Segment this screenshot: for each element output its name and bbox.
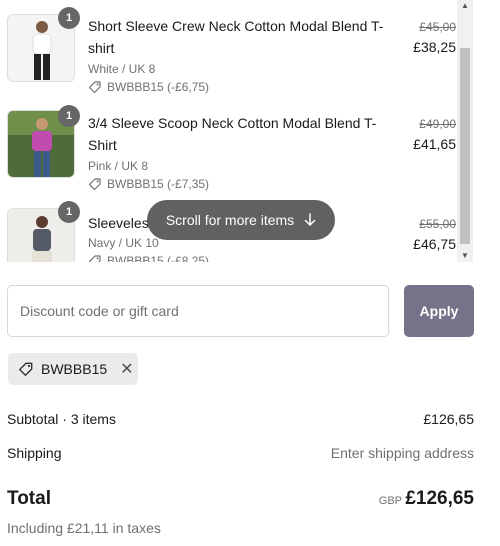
quantity-badge: 1 <box>58 7 80 29</box>
item-discount-label: BWBBB15 (-£6,75) <box>107 80 210 94</box>
applied-code-label: BWBBB15 <box>41 361 108 377</box>
scroll-up-arrow-icon[interactable]: ▲ <box>457 0 473 12</box>
total-value: £126,65 <box>405 488 474 509</box>
tag-icon <box>88 254 102 262</box>
shipping-label: Shipping <box>7 445 62 461</box>
quantity-badge: 1 <box>58 201 80 223</box>
apply-discount-button[interactable]: Apply <box>404 285 474 337</box>
tag-icon <box>18 361 34 377</box>
shipping-value: Enter shipping address <box>330 445 474 461</box>
item-price: £38,25 <box>413 39 456 55</box>
item-discount: BWBBB15 (-£7,35) <box>88 177 209 191</box>
total-currency: GBP <box>378 495 402 507</box>
scrollbar-thumb[interactable] <box>460 48 470 244</box>
subtotal-value: £126,65 <box>423 411 474 427</box>
applied-discount-chip: BWBBB15 ✕ <box>8 353 138 385</box>
scroll-for-more-button[interactable]: Scroll for more items <box>147 200 335 240</box>
tag-icon <box>88 177 102 191</box>
scroll-pill-label: Scroll for more items <box>165 212 295 228</box>
item-discount: BWBBB15 (-£8,25) <box>88 254 209 262</box>
cart-item: 1 3/4 Sleeve Scoop Neck Cotton Modal Ble… <box>0 100 474 191</box>
item-discount: BWBBB15 (-£6,75) <box>88 80 209 94</box>
scroll-down-arrow-icon[interactable]: ▼ <box>457 250 473 262</box>
original-price: £49,00 <box>419 117 456 131</box>
item-price: £41,65 <box>413 136 456 152</box>
total-label: Total <box>7 488 51 509</box>
item-discount-label: BWBBB15 (-£7,35) <box>107 177 210 191</box>
cart-item: 1 Short Sleeve Crew Neck Cotton Modal Bl… <box>0 0 474 94</box>
subtotal-label: Subtotal · 3 items <box>7 411 116 427</box>
scrollbar[interactable]: ▲ ▼ <box>457 0 473 262</box>
quantity-badge: 1 <box>58 105 80 127</box>
original-price: £45,00 <box>419 20 456 34</box>
taxes-note: Including £21,11 in taxes <box>7 520 161 536</box>
product-variant: White / UK 8 <box>88 62 156 76</box>
tag-icon <box>88 80 102 94</box>
product-variant: Navy / UK 10 <box>88 236 159 250</box>
remove-discount-icon[interactable]: ✕ <box>120 359 133 379</box>
original-price: £55,00 <box>419 217 456 231</box>
item-discount-label: BWBBB15 (-£8,25) <box>107 254 210 262</box>
product-variant: Pink / UK 8 <box>88 159 149 173</box>
item-price: £46,75 <box>413 236 456 252</box>
arrow-down-icon <box>304 213 316 227</box>
discount-code-input[interactable] <box>7 285 389 337</box>
product-title: 3/4 Sleeve Scoop Neck Cotton Modal Blend… <box>88 115 377 153</box>
product-title: Short Sleeve Crew Neck Cotton Modal Blen… <box>88 18 384 56</box>
